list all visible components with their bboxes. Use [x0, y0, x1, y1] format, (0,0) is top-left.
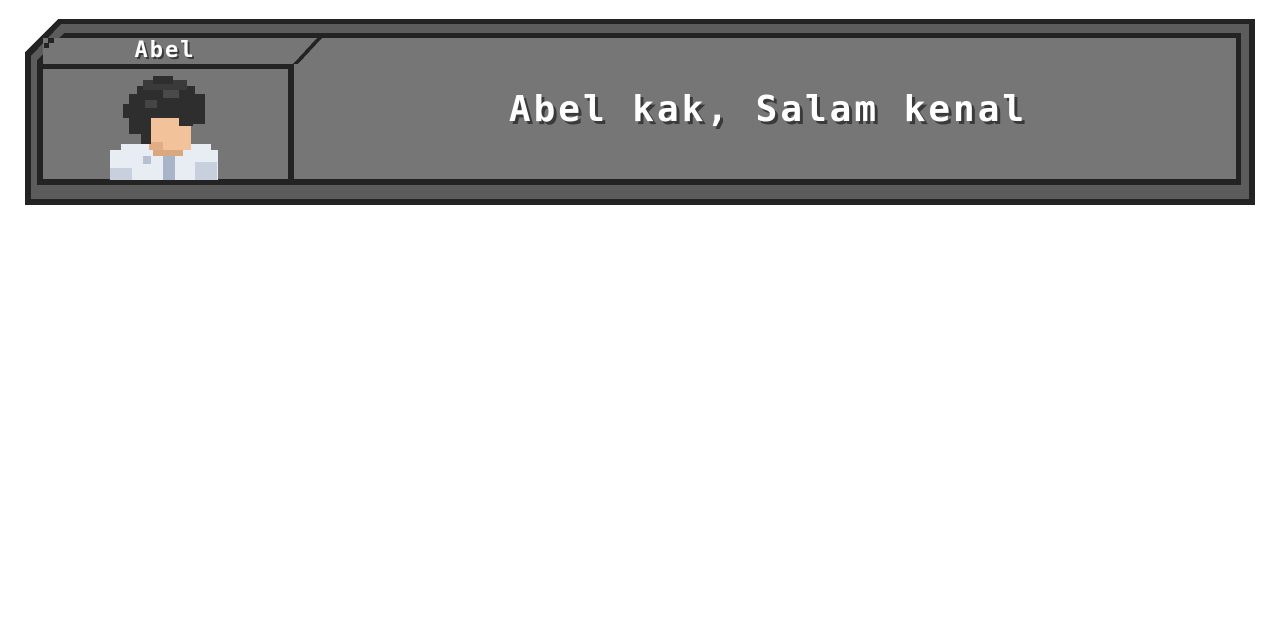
dialog-box[interactable]: Abel Abel kak, Salam kenal: [0, 0, 1280, 220]
dialog-text: Abel kak, Salam kenal: [508, 89, 1028, 130]
speaker-name: Abel: [134, 38, 196, 63]
character-portrait-icon: [45, 70, 288, 180]
game-screen: Abel Abel kak, Salam kenal: [0, 0, 1280, 640]
